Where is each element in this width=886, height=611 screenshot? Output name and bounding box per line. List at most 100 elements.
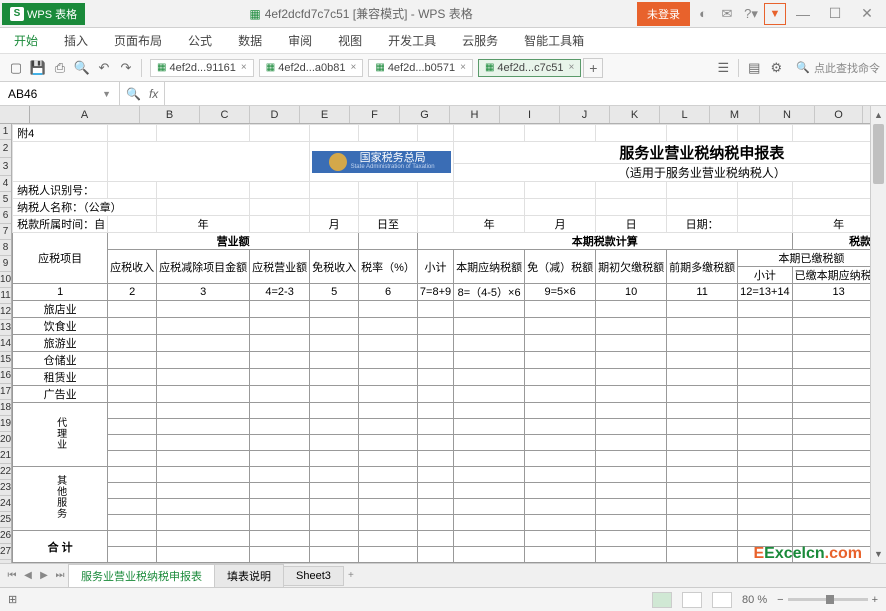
vertical-scrollbar[interactable]: ▲ ▼	[870, 106, 886, 563]
save-icon[interactable]: 💾	[28, 58, 48, 78]
fx-label[interactable]: fx	[149, 87, 158, 101]
menu-dev-tools[interactable]: 开发工具	[388, 32, 436, 49]
file-tab-3[interactable]: ▦4ef2d...c7c51×	[478, 59, 581, 77]
row-header[interactable]: 6	[0, 208, 11, 224]
add-tab-button[interactable]: +	[583, 58, 603, 78]
menu-view[interactable]: 视图	[338, 32, 362, 49]
redo-icon[interactable]: ↷	[116, 58, 136, 78]
zoom-in-icon[interactable]: +	[872, 594, 878, 606]
menu-data[interactable]: 数据	[238, 32, 262, 49]
login-button[interactable]: 未登录	[637, 2, 690, 26]
sheet-nav-next-icon[interactable]: ▶	[36, 568, 52, 584]
row-header[interactable]: 20	[0, 432, 11, 448]
settings-icon[interactable]: ⚙	[766, 58, 786, 78]
menu-insert[interactable]: 插入	[64, 32, 88, 49]
column-header[interactable]: D	[250, 106, 300, 123]
row-header[interactable]: 9	[0, 256, 11, 272]
row-header[interactable]: 23	[0, 480, 11, 496]
row-header[interactable]: 8	[0, 240, 11, 256]
row-header[interactable]: 10	[0, 272, 11, 288]
scroll-down-icon[interactable]: ▼	[871, 547, 886, 561]
sheet-nav-last-icon[interactable]: ⏭	[52, 568, 68, 584]
undo-icon[interactable]: ↶	[94, 58, 114, 78]
restore-down-icon[interactable]: ▼	[764, 3, 786, 25]
menu-page-layout[interactable]: 页面布局	[114, 32, 162, 49]
row-header[interactable]: 26	[0, 528, 11, 544]
column-header[interactable]: E	[300, 106, 350, 123]
file-tab-0[interactable]: ▦4ef2d...91161×	[150, 59, 254, 77]
view-page-button[interactable]	[682, 592, 702, 608]
row-header[interactable]: 21	[0, 448, 11, 464]
row-header[interactable]: 19	[0, 416, 11, 432]
row-header[interactable]: 5	[0, 192, 11, 208]
sheet-tab-0[interactable]: 服务业营业税纳税申报表	[68, 564, 215, 588]
column-header[interactable]: H	[450, 106, 500, 123]
row-header[interactable]: 14	[0, 336, 11, 352]
zoom-out-icon[interactable]: −	[777, 594, 783, 606]
zoom-slider[interactable]: − +	[777, 594, 878, 606]
row-header[interactable]: 24	[0, 496, 11, 512]
column-header[interactable]: M	[710, 106, 760, 123]
file-tab-2[interactable]: ▦4ef2d...b0571×	[368, 59, 473, 77]
name-box[interactable]: AB46▼	[0, 82, 120, 105]
add-sheet-button[interactable]: +	[343, 568, 359, 584]
view-break-button[interactable]	[712, 592, 732, 608]
menu-formula[interactable]: 公式	[188, 32, 212, 49]
column-header[interactable]: G	[400, 106, 450, 123]
column-header[interactable]: N	[760, 106, 815, 123]
column-header[interactable]: O	[815, 106, 863, 123]
column-header[interactable]: J	[560, 106, 610, 123]
row-header[interactable]: 18	[0, 400, 11, 416]
row-header[interactable]: 12	[0, 304, 11, 320]
column-header[interactable]: C	[200, 106, 250, 123]
scroll-thumb[interactable]	[873, 124, 884, 184]
row-header[interactable]: 22	[0, 464, 11, 480]
sheet-nav-prev-icon[interactable]: ◀	[20, 568, 36, 584]
sheet-tab-2[interactable]: Sheet3	[283, 566, 344, 586]
sheet-nav-first-icon[interactable]: ⏮	[4, 568, 20, 584]
column-header[interactable]: L	[660, 106, 710, 123]
scroll-up-icon[interactable]: ▲	[871, 108, 886, 122]
row-header[interactable]: 15	[0, 352, 11, 368]
row-header[interactable]: 4	[0, 176, 11, 192]
row-header[interactable]: 17	[0, 384, 11, 400]
minimize-button[interactable]: —	[788, 3, 818, 25]
row-header[interactable]: 1	[0, 124, 11, 140]
chevron-down-icon[interactable]: ▼	[102, 89, 111, 99]
feedback-icon[interactable]: ✉	[716, 3, 738, 25]
close-icon[interactable]: ×	[460, 62, 466, 73]
column-header[interactable]: B	[140, 106, 200, 123]
cells-area[interactable]: 附4国家税务总局State Administration of Taxation…	[12, 124, 886, 563]
close-icon[interactable]: ×	[568, 62, 574, 73]
menu-home[interactable]: 开始	[14, 32, 38, 49]
row-header[interactable]: 11	[0, 288, 11, 304]
new-icon[interactable]: ▢	[6, 58, 26, 78]
row-header[interactable]: 7	[0, 224, 11, 240]
row-header[interactable]: 27	[0, 544, 11, 560]
format-icon[interactable]: ▤	[744, 58, 764, 78]
row-header[interactable]: 16	[0, 368, 11, 384]
row-header[interactable]: 2	[0, 140, 11, 158]
skin-icon[interactable]: ◐	[692, 3, 714, 25]
close-button[interactable]: ✕	[852, 3, 882, 25]
maximize-button[interactable]: ☐	[820, 3, 850, 25]
sheet-tab-1[interactable]: 填表说明	[214, 564, 284, 588]
column-header[interactable]: K	[610, 106, 660, 123]
search-icon[interactable]: 🔍	[126, 87, 141, 101]
column-header[interactable]: F	[350, 106, 400, 123]
row-header[interactable]: 3	[0, 158, 11, 176]
formula-input[interactable]	[165, 82, 886, 105]
menu-smart-tools[interactable]: 智能工具箱	[524, 32, 584, 49]
doc-map-icon[interactable]: ⊞	[8, 593, 17, 606]
command-search[interactable]: 🔍点此查找命令	[796, 60, 880, 76]
row-header[interactable]: 13	[0, 320, 11, 336]
print-icon[interactable]: ⎙	[50, 58, 70, 78]
select-all-corner[interactable]	[0, 106, 30, 123]
menu-review[interactable]: 审阅	[288, 32, 312, 49]
print-preview-icon[interactable]: 🔍	[72, 58, 92, 78]
help-dropdown-icon[interactable]: ?▾	[740, 3, 762, 25]
close-icon[interactable]: ×	[351, 62, 357, 73]
menu-cloud[interactable]: 云服务	[462, 32, 498, 49]
column-header[interactable]: A	[30, 106, 140, 123]
close-icon[interactable]: ×	[241, 62, 247, 73]
